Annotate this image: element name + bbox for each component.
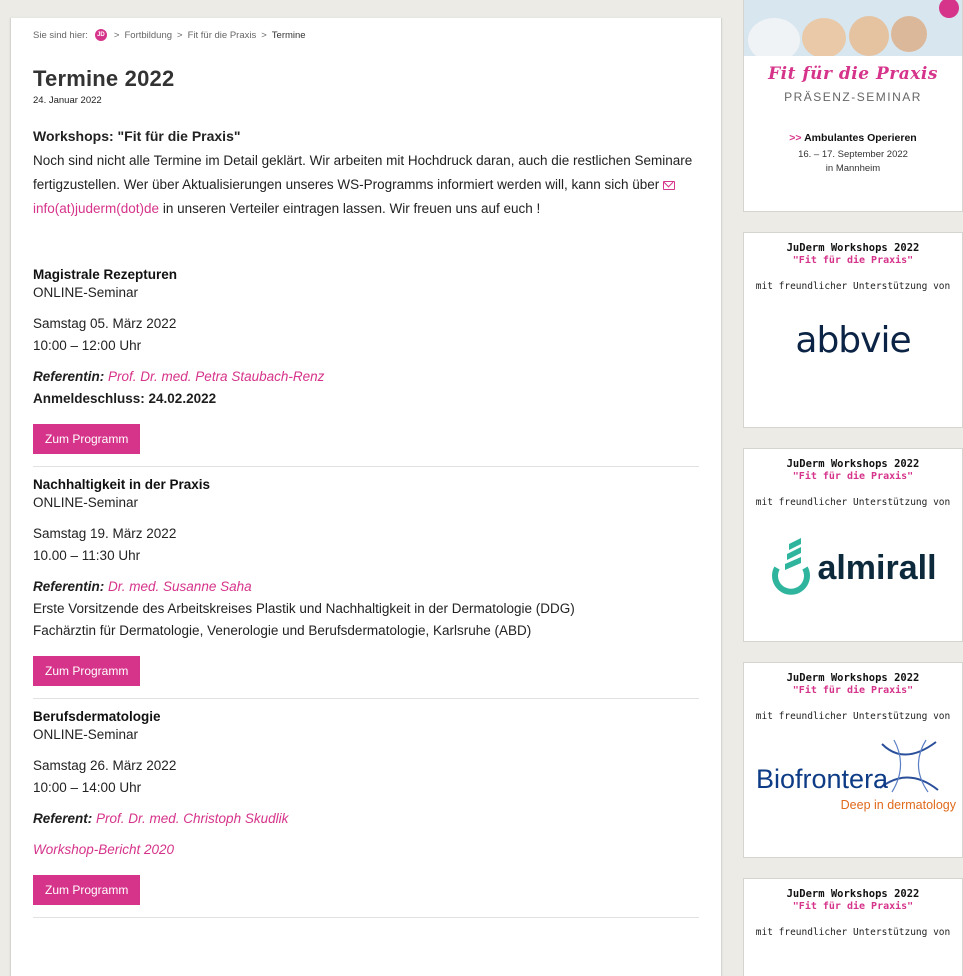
event-title: Nachhaltigkeit in der Praxis xyxy=(33,477,211,492)
card-subheading: "Fit für die Praxis" xyxy=(792,901,914,912)
program-button[interactable]: Zum Programm xyxy=(33,424,141,454)
breadcrumb: Sie sind hier: JD > Fortbildung > Fit fü… xyxy=(33,28,699,42)
event-time: 10:00 – 12:00 Uhr xyxy=(33,338,142,353)
card-heading: JuDerm Workshops 2022 xyxy=(786,672,920,684)
card-subheading: "Fit für die Praxis" xyxy=(792,471,914,482)
program-button[interactable]: Zum Programm xyxy=(33,656,141,686)
almirall-swirl-icon xyxy=(772,538,811,595)
publish-date: 24. Januar 2022 xyxy=(33,95,102,106)
main-content: Sie sind hier: JD > Fortbildung > Fit fü… xyxy=(10,18,722,976)
seminar-banner[interactable]: Fit für die Praxis PRÄSENZ-SEMINAR >> Am… xyxy=(743,0,963,212)
thumbs-up-image xyxy=(744,0,962,62)
banner-place: in Mannheim xyxy=(825,163,881,174)
page-title: Termine 2022 xyxy=(33,66,175,91)
email-link-text: info(at)juderm(dot)de xyxy=(33,201,160,216)
card-support-text: mit freundlicher Unterstützung von xyxy=(755,497,951,508)
workshop-report-link[interactable]: Workshop-Bericht 2020 xyxy=(33,839,699,861)
referent-link[interactable]: Prof. Dr. med. Christoph Skudlik xyxy=(96,811,288,826)
intro-part-1: Noch sind nicht alle Termine im Detail g… xyxy=(33,153,693,192)
event-referent: Referentin: Prof. Dr. med. Petra Staubac… xyxy=(33,366,699,388)
event-date: Samstag 05. März 2022 xyxy=(33,316,177,331)
referent-link[interactable]: Dr. med. Susanne Saha xyxy=(108,579,252,594)
almirall-logo: almirall xyxy=(744,538,962,598)
event-deadline: Anmeldeschluss: 24.02.2022 xyxy=(33,391,217,406)
referent-link[interactable]: Prof. Dr. med. Petra Staubach-Renz xyxy=(108,369,324,384)
breadcrumb-item-fit[interactable]: Fit für die Praxis xyxy=(188,30,257,41)
card-support-text: mit freundlicher Unterstützung von xyxy=(755,927,951,938)
card-support-text: mit freundlicher Unterstützung von xyxy=(755,711,951,722)
card-heading: JuDerm Workshops 2022 xyxy=(786,242,920,254)
banner-dates: 16. – 17. September 2022 xyxy=(798,149,908,160)
event-title: Berufsdermatologie xyxy=(33,709,161,724)
banner-event-name: Ambulantes Operieren xyxy=(804,132,917,144)
banner-event: >> Ambulantes Operieren xyxy=(744,132,962,144)
breadcrumb-separator: > xyxy=(261,29,267,41)
double-arrow-icon: >> xyxy=(789,132,802,144)
event-time: 10.00 – 11:30 Uhr xyxy=(33,548,141,563)
event-type: ONLINE-Seminar xyxy=(33,495,139,510)
sponsor-card[interactable]: JuDerm Workshops 2022 "Fit für die Praxi… xyxy=(743,878,963,976)
card-subheading: "Fit für die Praxis" xyxy=(792,685,914,696)
event-item: Berufsdermatologie ONLINE-Seminar Samsta… xyxy=(33,709,699,918)
program-button[interactable]: Zum Programm xyxy=(33,875,141,905)
event-referent: Referent: Prof. Dr. med. Christoph Skudl… xyxy=(33,808,699,830)
section-heading: Workshops: "Fit für die Praxis" xyxy=(33,128,241,144)
sponsor-card-biofrontera[interactable]: JuDerm Workshops 2022 "Fit für die Praxi… xyxy=(743,662,963,858)
card-heading: JuDerm Workshops 2022 xyxy=(786,458,920,470)
intro-text: Noch sind nicht alle Termine im Detail g… xyxy=(33,149,699,221)
home-logo-icon[interactable]: JD xyxy=(94,29,107,41)
banner-image xyxy=(744,0,962,62)
event-title: Magistrale Rezepturen xyxy=(33,267,178,282)
breadcrumb-separator: > xyxy=(113,29,120,41)
sponsor-card-abbvie[interactable]: JuDerm Workshops 2022 "Fit für die Praxi… xyxy=(743,232,963,428)
event-type: ONLINE-Seminar xyxy=(33,727,139,742)
envelope-icon xyxy=(663,181,676,190)
sponsor-card-almirall[interactable]: JuDerm Workshops 2022 "Fit für die Praxi… xyxy=(743,448,963,642)
card-support-text: mit freundlicher Unterstützung von xyxy=(755,281,951,292)
abbvie-logo: abbvie xyxy=(795,320,911,361)
event-item: Magistrale Rezepturen ONLINE-Seminar Sam… xyxy=(33,267,699,467)
biofrontera-wordmark: Biofrontera xyxy=(756,764,889,794)
almirall-wordmark: almirall xyxy=(817,548,937,587)
biofrontera-tagline: Deep in dermatology xyxy=(840,798,956,812)
breadcrumb-item-fortbildung[interactable]: Fortbildung xyxy=(124,30,172,41)
breadcrumb-item-termine: Termine xyxy=(271,29,306,41)
intro-part-2: in unseren Verteiler eintragen lassen. W… xyxy=(159,201,541,216)
biofrontera-logo: Biofrontera Deep in dermatology xyxy=(744,736,962,816)
card-heading: JuDerm Workshops 2022 xyxy=(786,888,920,900)
event-type: ONLINE-Seminar xyxy=(33,285,139,300)
event-time: 10:00 – 14:00 Uhr xyxy=(33,780,142,795)
referent-note: Erste Vorsitzende des Arbeitskreises Pla… xyxy=(33,601,575,616)
breadcrumb-separator: > xyxy=(177,29,183,41)
referent-note: Fachärztin für Dermatologie, Venerologie… xyxy=(33,623,532,638)
referent-label: Referentin: xyxy=(33,369,105,384)
referent-label: Referentin: xyxy=(33,579,105,594)
event-date: Samstag 26. März 2022 xyxy=(33,758,177,773)
event-referent: Referentin: Dr. med. Susanne Saha xyxy=(33,576,699,598)
event-date: Samstag 19. März 2022 xyxy=(33,526,177,541)
banner-praesenz: PRÄSENZ-SEMINAR xyxy=(784,90,922,104)
breadcrumb-prefix: Sie sind hier: xyxy=(33,29,88,41)
banner-fit-title: Fit für die Praxis xyxy=(768,64,938,84)
referent-label: Referent: xyxy=(33,811,93,826)
card-subheading: "Fit für die Praxis" xyxy=(792,255,914,266)
event-item: Nachhaltigkeit in der Praxis ONLINE-Semi… xyxy=(33,477,699,699)
